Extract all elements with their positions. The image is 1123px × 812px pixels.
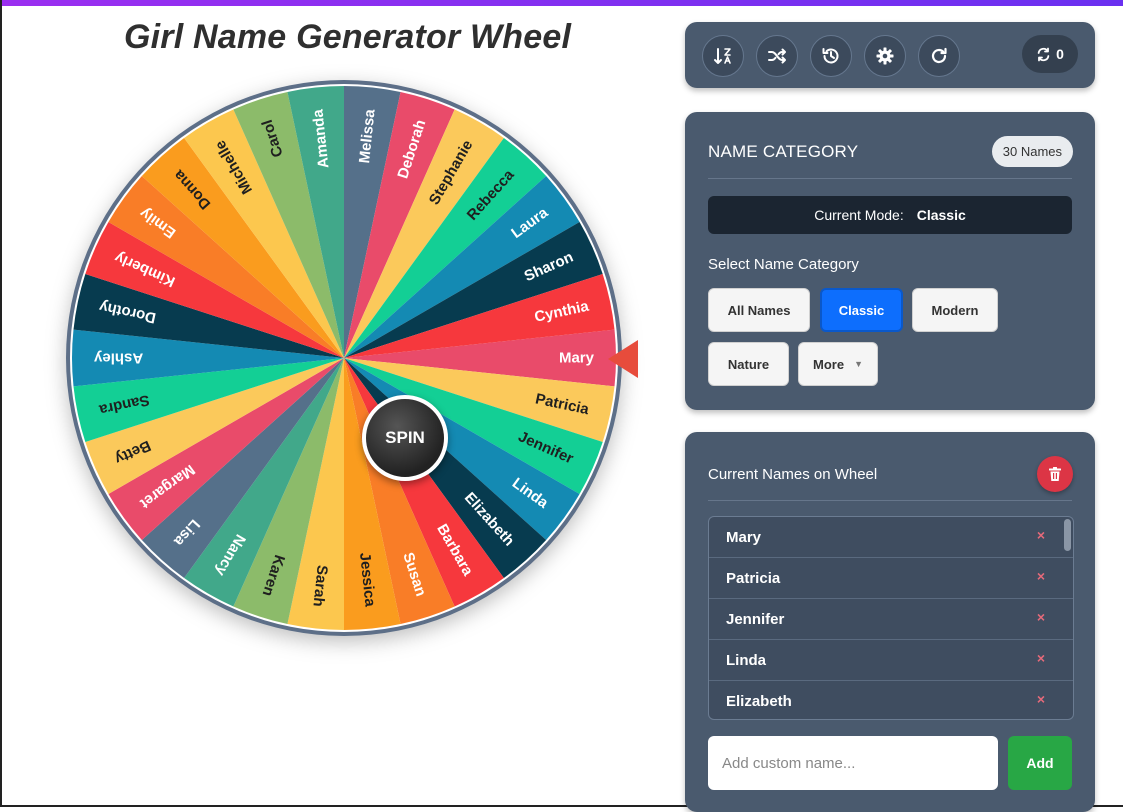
name-text: Mary bbox=[726, 529, 762, 546]
current-names-panel: Current Names on Wheel Mary × Patricia × J… bbox=[685, 432, 1095, 812]
page-title: Girl Name Generator Wheel bbox=[124, 18, 572, 56]
sort-icon[interactable] bbox=[702, 35, 744, 77]
name-category-panel: NAME CATEGORY 30 Names Current Mode: Cla… bbox=[685, 112, 1095, 410]
name-text: Patricia bbox=[726, 570, 781, 587]
refresh-icon[interactable] bbox=[918, 35, 960, 77]
spin-count: 0 bbox=[1056, 46, 1064, 62]
name-text: Linda bbox=[726, 652, 766, 669]
select-category-label: Select Name Category bbox=[708, 256, 859, 273]
top-accent-bar bbox=[2, 0, 1123, 6]
remove-name-button[interactable]: × bbox=[1037, 527, 1045, 543]
sync-icon bbox=[1037, 47, 1050, 61]
history-icon[interactable] bbox=[810, 35, 852, 77]
list-item: Mary × bbox=[709, 517, 1073, 558]
wheel-segment-label: Mary bbox=[559, 350, 595, 367]
list-item: Patricia × bbox=[709, 558, 1073, 599]
names-panel-title: Current Names on Wheel bbox=[708, 466, 878, 483]
remove-name-button[interactable]: × bbox=[1037, 691, 1045, 707]
name-text: Elizabeth bbox=[726, 693, 792, 710]
divider bbox=[708, 500, 1072, 501]
wheel-svg[interactable]: MaryPatriciaJenniferLindaElizabethBarbar… bbox=[64, 78, 624, 638]
category-classic-button[interactable]: Classic bbox=[820, 288, 903, 332]
category-title: NAME CATEGORY bbox=[708, 142, 859, 161]
remove-name-button[interactable]: × bbox=[1037, 568, 1045, 584]
remove-name-button[interactable]: × bbox=[1037, 609, 1045, 625]
toolbar-panel: 0 bbox=[685, 22, 1095, 88]
spin-button[interactable]: SPIN bbox=[362, 395, 448, 481]
wheel-pointer bbox=[608, 340, 638, 378]
mode-value: Classic bbox=[916, 207, 966, 223]
clear-all-button[interactable] bbox=[1037, 456, 1073, 492]
caret-down-icon: ▼ bbox=[854, 359, 863, 369]
remove-name-button[interactable]: × bbox=[1037, 650, 1045, 666]
category-modern-button[interactable]: Modern bbox=[912, 288, 998, 332]
custom-name-input[interactable] bbox=[708, 736, 998, 790]
name-wheel[interactable]: Mary Patricia Jennifer Linda Elizabeth Barbar… bbox=[64, 78, 624, 638]
category-more-dropdown[interactable]: More ▼ bbox=[798, 342, 878, 386]
list-item: Elizabeth × bbox=[709, 681, 1073, 719]
category-all-names-button[interactable]: All Names bbox=[708, 288, 810, 332]
names-list[interactable]: Mary × Patricia × Jennifer × Linda × Elizabe… bbox=[708, 516, 1074, 720]
trash-icon bbox=[1049, 467, 1061, 481]
shuffle-icon[interactable] bbox=[756, 35, 798, 77]
list-item: Jennifer × bbox=[709, 599, 1073, 640]
names-count-badge: 30 Names bbox=[991, 136, 1073, 167]
spin-counter: 0 bbox=[1022, 35, 1078, 73]
list-scrollbar[interactable] bbox=[1064, 519, 1071, 551]
list-item: Linda × bbox=[709, 640, 1073, 681]
current-mode-bar: Current Mode: Classic bbox=[708, 196, 1072, 234]
more-label: More bbox=[813, 356, 845, 372]
gear-icon[interactable] bbox=[864, 35, 906, 77]
add-name-button[interactable]: Add bbox=[1008, 736, 1072, 790]
wheel-segment-label: Ashley bbox=[93, 350, 143, 367]
divider bbox=[708, 178, 1072, 179]
mode-label: Current Mode: bbox=[814, 207, 904, 223]
name-text: Jennifer bbox=[726, 611, 785, 628]
category-nature-button[interactable]: Nature bbox=[708, 342, 789, 386]
